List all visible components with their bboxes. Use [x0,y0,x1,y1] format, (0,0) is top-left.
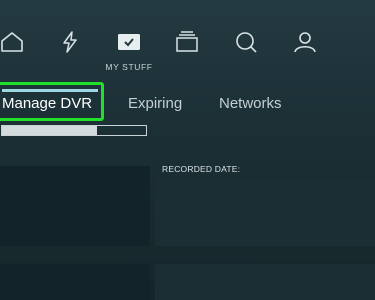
recording-details-panel[interactable] [155,180,375,246]
recording-thumbnail[interactable] [0,166,150,246]
recorded-date-label: RECORDED DATE: [162,164,241,174]
my-stuff-label[interactable]: MY STUFF [98,62,160,72]
lightning-icon[interactable] [55,29,85,55]
home-icon[interactable] [0,29,27,55]
my-stuff-checkbox-icon[interactable] [114,29,144,55]
tab-highlight-box [0,82,104,121]
profile-icon[interactable] [290,29,320,55]
dvr-storage-fill [2,126,98,135]
dvr-storage-bar [1,125,147,136]
search-icon[interactable] [231,29,261,55]
tab-expiring[interactable]: Expiring [128,95,182,112]
stack-icon[interactable] [172,29,202,55]
tab-networks[interactable]: Networks [219,95,282,112]
recording-details-panel[interactable] [155,264,375,300]
recording-thumbnail[interactable] [0,264,150,300]
